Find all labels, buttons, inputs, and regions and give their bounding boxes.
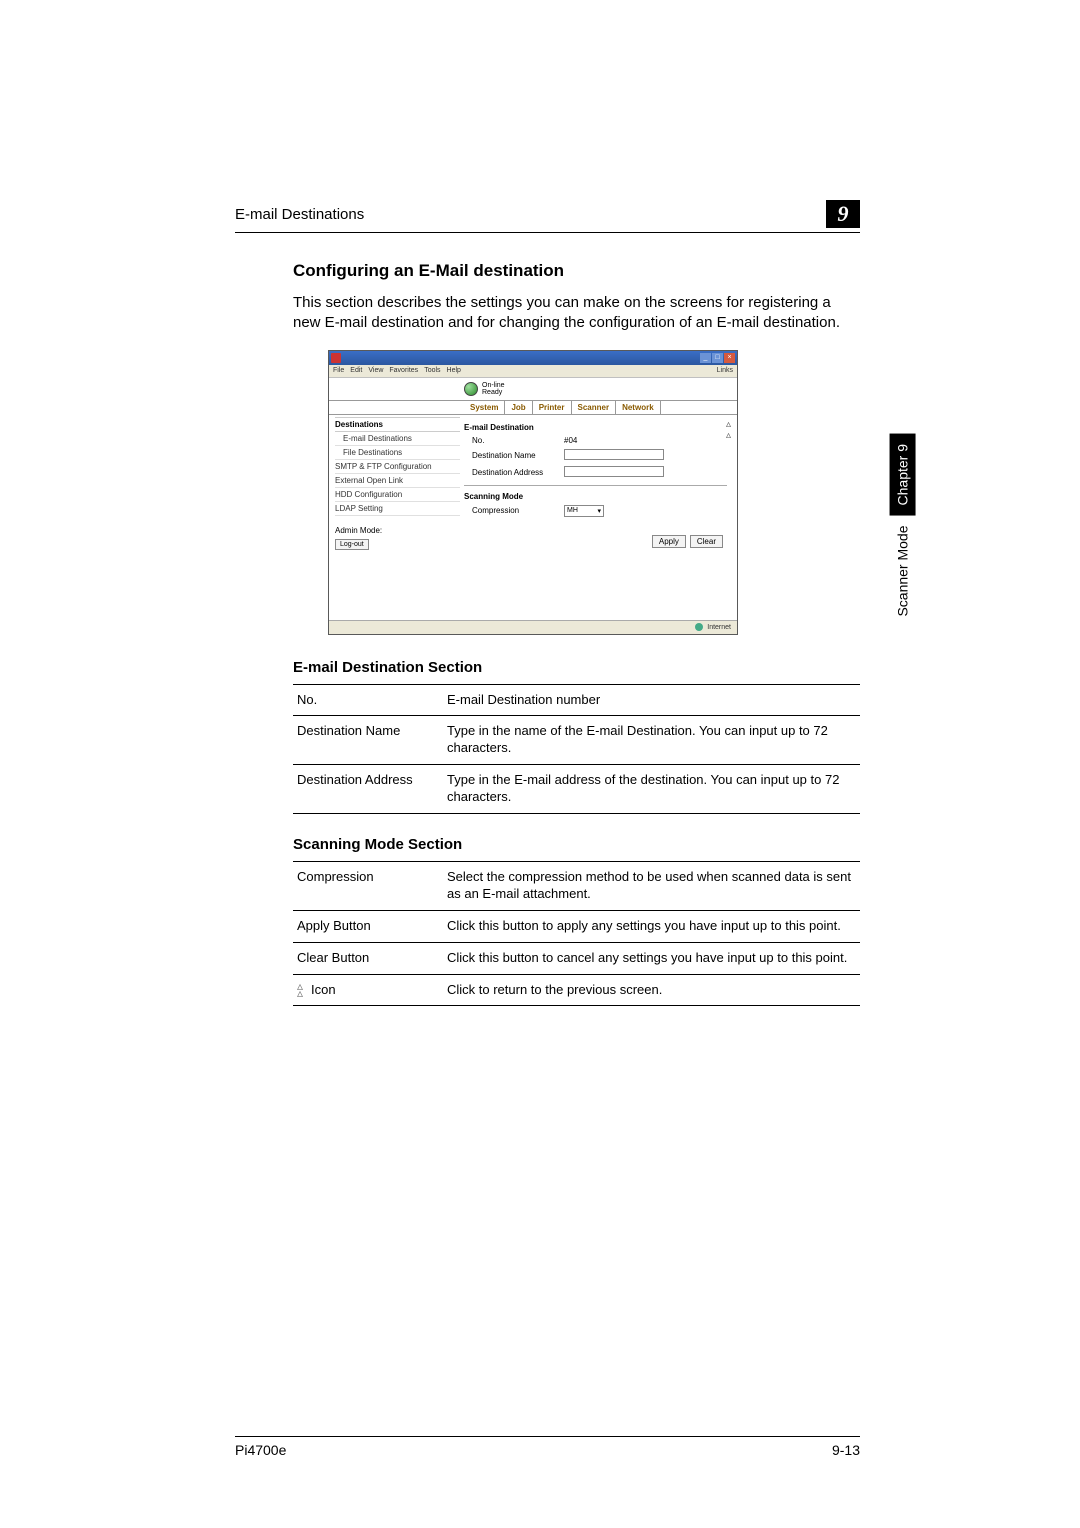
cell-key: Clear Button [293,942,443,974]
footer-model: Pi4700e [235,1442,286,1458]
compression-select[interactable]: MH ▾ [564,505,604,517]
status-globe-icon [464,382,478,396]
table-email-destination: No.E-mail Destination number Destination… [293,684,860,814]
maximize-icon[interactable]: □ [712,353,723,363]
side-tab-label: Scanner Mode [895,525,911,616]
table-row: Destination NameType in the name of the … [293,716,860,765]
tab-network[interactable]: Network [616,401,661,414]
return-icon: ▵▵ [297,983,303,997]
sidebar-item-external-link[interactable]: External Open Link [335,474,460,488]
table-row: Destination AddressType in the E-mail ad… [293,765,860,814]
sidebar-item-file-dest[interactable]: File Destinations [335,446,460,460]
logout-button[interactable]: Log-out [335,539,369,550]
field-compression-label: Compression [464,506,564,515]
sidebar-item-hdd-config[interactable]: HDD Configuration [335,488,460,502]
cell-value: Click this button to apply any settings … [443,910,860,942]
menu-favorites[interactable]: Favorites [389,367,418,374]
admin-mode-label: Admin Mode: [335,526,460,535]
sidebar-item-ldap[interactable]: LDAP Setting [335,502,460,516]
status-ready: Ready [482,389,505,396]
minimize-icon[interactable]: _ [700,353,711,363]
side-tab-chapter: Chapter 9 [890,434,916,515]
footer-page-number: 9-13 [832,1442,860,1458]
cell-key: Destination Address [293,765,443,814]
window-titlebar: _ □ × [329,351,737,365]
chapter-number-badge: 9 [826,200,860,228]
field-destname-label: Destination Name [464,451,564,460]
table-row: No.E-mail Destination number [293,684,860,716]
table-row: ▵▵ Icon Click to return to the previous … [293,974,860,1006]
tab-printer[interactable]: Printer [533,401,572,414]
group-email-destination: E-mail Destination [464,423,727,432]
cell-key: Compression [293,861,443,910]
menu-file[interactable]: File [333,367,344,374]
compression-value: MH [567,507,578,514]
subsection-email-destination: E-mail Destination Section [293,659,860,676]
cell-key: Apply Button [293,910,443,942]
cell-value: Click this button to cancel any settings… [443,942,860,974]
field-no-value: #04 [564,436,577,445]
menu-bar: File Edit View Favorites Tools Help Link… [329,365,737,378]
table-scanning-mode: CompressionSelect the compression method… [293,861,860,1006]
destination-address-input[interactable] [564,466,664,477]
browser-statusbar: Internet [329,620,737,634]
tab-scanner[interactable]: Scanner [572,401,617,414]
field-no-label: No. [464,436,564,445]
close-icon[interactable]: × [724,353,735,363]
menu-tools[interactable]: Tools [424,367,440,374]
page-header-title: E-mail Destinations [235,206,364,223]
sidebar-item-smtp-ftp[interactable]: SMTP & FTP Configuration [335,460,460,474]
menu-view[interactable]: View [368,367,383,374]
cell-key: Destination Name [293,716,443,765]
field-destaddr-label: Destination Address [464,468,564,477]
chevron-down-icon: ▾ [597,507,601,515]
cell-value: Click to return to the previous screen. [443,974,860,1006]
internet-zone-icon [695,623,703,631]
cell-key: No. [293,684,443,716]
status-online: On-line [482,382,505,389]
cell-value: E-mail Destination number [443,684,860,716]
apply-button[interactable]: Apply [652,535,686,548]
internet-zone-label: Internet [707,624,731,631]
sidebar-head-destinations[interactable]: Destinations [335,417,460,432]
group-scanning-mode: Scanning Mode [464,492,727,501]
sidebar-item-email-dest[interactable]: E-mail Destinations [335,432,460,446]
cell-key: Icon [311,982,336,999]
section-heading: Configuring an E-Mail destination [293,261,860,281]
links-label[interactable]: Links [717,367,733,374]
section-intro: This section describes the settings you … [293,293,860,334]
table-row: Clear ButtonClick this button to cancel … [293,942,860,974]
menu-edit[interactable]: Edit [350,367,362,374]
subsection-scanning-mode: Scanning Mode Section [293,836,860,853]
cell-value: Type in the name of the E-mail Destinati… [443,716,860,765]
destination-name-input[interactable] [564,449,664,460]
table-row: Apply ButtonClick this button to apply a… [293,910,860,942]
tab-job[interactable]: Job [505,401,532,414]
embedded-screenshot: _ □ × File Edit View Favorites Tools Hel… [328,350,738,635]
menu-help[interactable]: Help [447,367,461,374]
back-top-icon[interactable]: ▵▵ [726,419,731,441]
cell-value: Select the compression method to be used… [443,861,860,910]
clear-button[interactable]: Clear [690,535,723,548]
app-icon [331,353,341,363]
tab-system[interactable]: System [464,401,505,414]
cell-value: Type in the E-mail address of the destin… [443,765,860,814]
table-row: CompressionSelect the compression method… [293,861,860,910]
